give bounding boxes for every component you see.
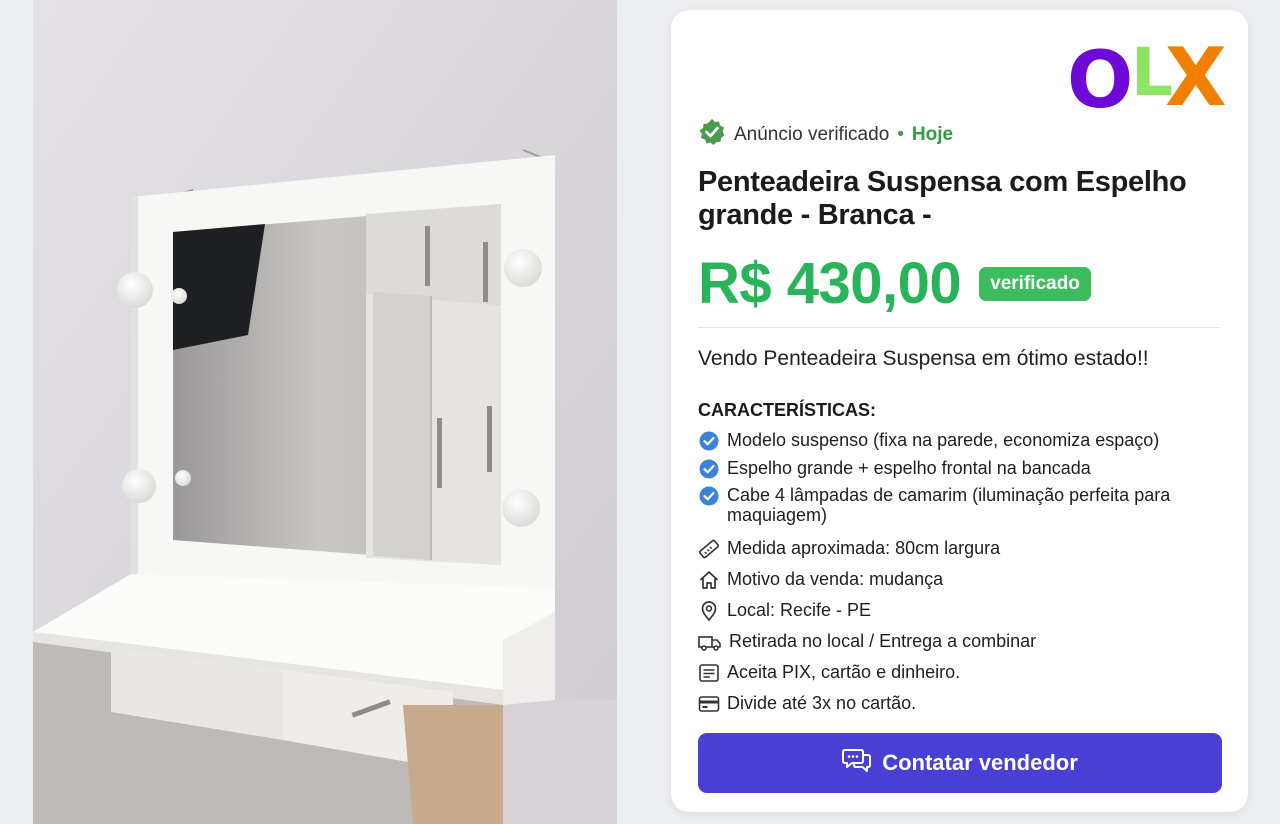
feature-item: Motivo da venda: mudança xyxy=(698,569,1218,600)
check-circle-icon xyxy=(698,430,720,452)
feature-text: Divide até 3x no cartão. xyxy=(727,693,917,713)
listing-card: O L X Anúncio verificado • Hoje Penteade… xyxy=(671,10,1248,812)
verified-label: Anúncio verificado xyxy=(734,124,890,145)
feature-item: Cabe 4 lâmpadas de camarim (iluminação p… xyxy=(698,485,1218,538)
feature-item: Espelho grande + espelho frontal na banc… xyxy=(698,458,1218,485)
feature-text: Modelo suspenso (fixa na parede, economi… xyxy=(727,430,1160,450)
price-row: R$ 430,00 verificado xyxy=(698,252,1091,316)
verified-status: Anúncio verificado • Hoje xyxy=(698,118,953,152)
features-heading: CARACTERÍSTICAS: xyxy=(698,400,876,420)
credit-card-icon xyxy=(698,693,720,715)
listing-description-lead: Vendo Penteadeira Suspensa em ótimo esta… xyxy=(698,347,1149,370)
feature-item: Modelo suspenso (fixa na parede, economi… xyxy=(698,430,1218,458)
feature-item: Local: Recife - PE xyxy=(698,600,1218,631)
logo-letter-x: X xyxy=(1165,31,1227,124)
feature-text: Retirada no local / Entrega a combinar xyxy=(729,631,1037,651)
price: R$ 430,00 xyxy=(698,251,962,316)
feature-text: Espelho grande + espelho frontal na banc… xyxy=(727,458,1091,478)
features-list: Modelo suspenso (fixa na parede, economi… xyxy=(698,430,1218,724)
logo-letter-o: O xyxy=(1067,36,1134,126)
contact-seller-label: Contatar vendedor xyxy=(882,750,1078,775)
olx-logo[interactable]: O L X xyxy=(1061,32,1231,122)
contact-seller-button[interactable]: Contatar vendedor xyxy=(698,733,1222,793)
chat-icon xyxy=(842,747,872,779)
truck-icon xyxy=(698,631,722,653)
ruler-icon xyxy=(698,538,720,560)
home-icon xyxy=(698,569,720,591)
feature-text: Local: Recife - PE xyxy=(727,600,872,620)
feature-item: Medida aproximada: 80cm largura xyxy=(698,538,1218,569)
feature-item: Divide até 3x no cartão. xyxy=(698,693,1218,724)
feature-text: Motivo da venda: mudança xyxy=(727,569,944,589)
verified-shield-icon xyxy=(698,118,726,152)
location-pin-icon xyxy=(698,600,720,622)
feature-text: Cabe 4 lâmpadas de camarim (iluminação p… xyxy=(727,485,1171,525)
posted-date: Hoje xyxy=(911,124,954,145)
feature-item: Aceita PIX, cartão e dinheiro. xyxy=(698,662,1218,693)
separator-dot: • xyxy=(897,124,904,145)
check-circle-icon xyxy=(698,485,720,507)
feature-item: Retirada no local / Entrega a combinar xyxy=(698,631,1218,662)
feature-text: Aceita PIX, cartão e dinheiro. xyxy=(727,662,961,682)
divider xyxy=(698,327,1221,328)
receipt-icon xyxy=(698,662,720,684)
vanity-illustration xyxy=(33,0,617,824)
product-photo[interactable] xyxy=(33,0,617,824)
check-circle-icon xyxy=(698,458,720,480)
price-verified-badge: verificado xyxy=(979,267,1091,301)
listing-title: Penteadeira Suspensa com Espelho grande … xyxy=(698,166,1187,231)
feature-text: Medida aproximada: 80cm largura xyxy=(727,538,1001,558)
